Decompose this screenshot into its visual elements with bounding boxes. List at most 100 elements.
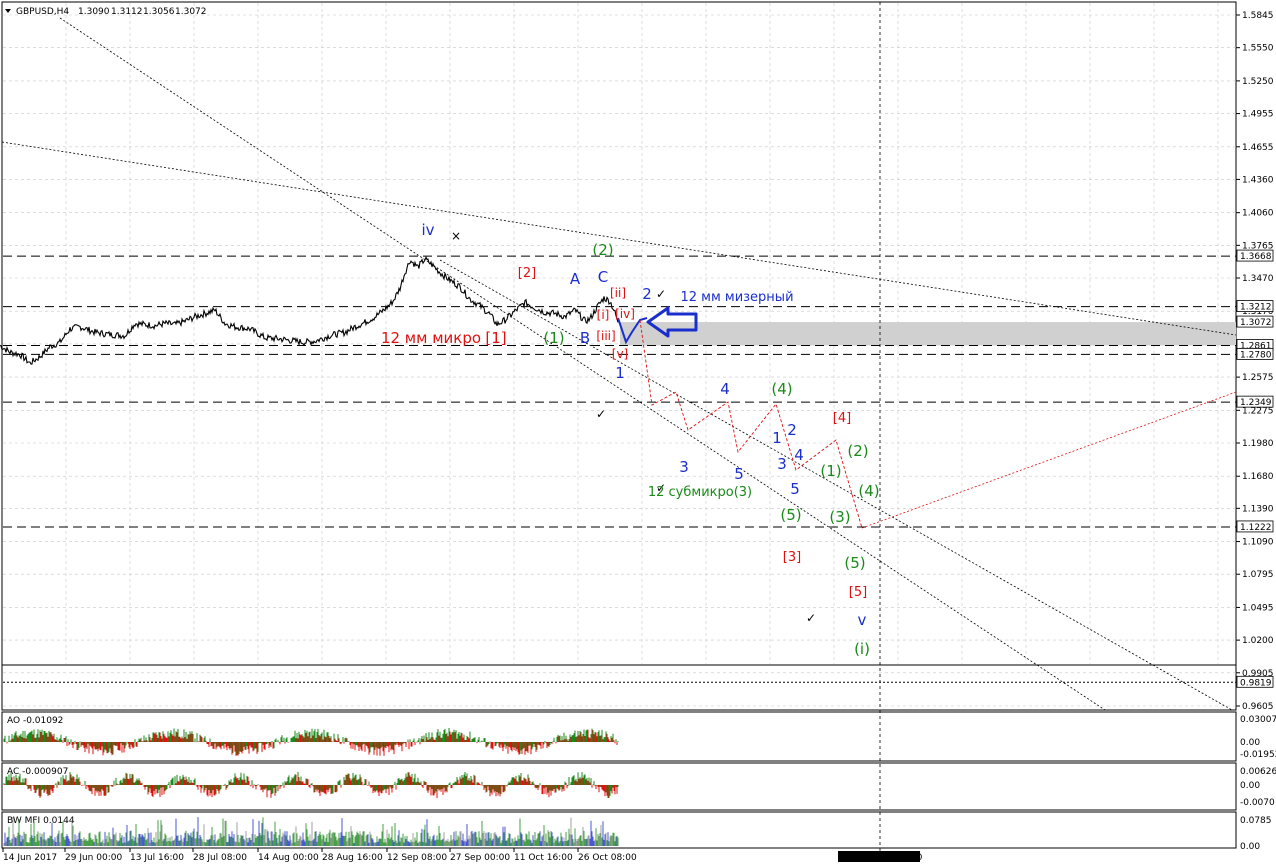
zone-band xyxy=(620,322,1236,346)
check-mark-icon: ✓ xyxy=(806,611,816,625)
chart-title: GBPUSD,H4 xyxy=(16,7,69,17)
wave-label: 12 мм мизерный xyxy=(680,290,793,305)
wave-label: (2) xyxy=(592,241,613,259)
wave-label: 5 xyxy=(734,465,744,483)
indicators: AO -0.010920.030070.00-0.01952AC -0.0009… xyxy=(3,715,1276,852)
check-mark-icon: ✓ xyxy=(656,287,666,301)
indicator-tick-label: -0.01952 xyxy=(1240,750,1276,760)
wave-label: (i) xyxy=(854,640,870,658)
dropdown-triangle-icon xyxy=(5,9,11,13)
time-tick-label: 28 Aug 16:00 xyxy=(322,853,383,863)
wave-label: [iv] xyxy=(615,307,635,321)
price-tick-label: 1.0200 xyxy=(1242,636,1274,646)
indicator-tick-label: 0.006268 xyxy=(1240,767,1276,777)
wave-label: 1 xyxy=(615,364,625,382)
ohlc-open: 1.3090 xyxy=(78,7,110,17)
time-axis: 14 Jun 2017 29 Jun 00:00 13 Jul 16:00 28 Ju… xyxy=(2,848,923,863)
price-tick-label: 1.5845 xyxy=(1242,11,1274,21)
time-tick-label: 29 Jun 00:00 xyxy=(65,853,122,863)
wave-label: (4) xyxy=(858,482,879,500)
level-tag-label: 1.3072 xyxy=(1240,318,1272,328)
wave-label: (1) xyxy=(543,329,564,347)
price-tick-label: 1.4955 xyxy=(1242,110,1274,120)
time-tick-label: 28 Jul 08:00 xyxy=(193,853,247,863)
price-tick-label: 1.1980 xyxy=(1242,439,1274,449)
trading-chart[interactable]: × ✓ ✓ ✓ ✓ iv [2] A C (2) 2 12 мм мизерный 12 мм… xyxy=(0,0,1276,868)
check-mark-icon: ✓ xyxy=(596,407,606,421)
indicator-tick-label: 0.00 xyxy=(1240,842,1260,852)
level-tag-label: 1.2349 xyxy=(1240,398,1272,408)
wave-label: (1) xyxy=(820,462,841,480)
ohlc-low: 1.3056 xyxy=(143,7,175,17)
ohlc-close: 1.3072 xyxy=(175,7,207,17)
level-tag-label: 1.2780 xyxy=(1240,350,1272,360)
level-tags: 1.36681.32121.30721.28611.27801.23491.12… xyxy=(1236,249,1274,688)
time-tick-label: 14 Aug 00:00 xyxy=(258,853,319,863)
level-tag-label: 1.3212 xyxy=(1240,303,1272,313)
price-tick-label: 1.1090 xyxy=(1242,538,1274,548)
wave-label: 1 xyxy=(772,429,782,447)
wave-label: 12 субмикро(3) xyxy=(648,485,752,500)
price-tick-label: 1.4360 xyxy=(1242,175,1274,185)
pane-frames xyxy=(1,1,1237,849)
wave-label: 4 xyxy=(720,380,730,398)
time-tick-label: 11 Oct 16:00 xyxy=(514,853,573,863)
tick-marks: × ✓ ✓ ✓ ✓ xyxy=(451,229,816,625)
wave-label: [1] xyxy=(485,329,506,347)
level-tag-label: 0.9819 xyxy=(1240,678,1272,688)
wave-label: [iii] xyxy=(596,329,615,343)
price-tick-label: 1.0795 xyxy=(1242,570,1274,580)
time-cursor-label: 2017.12.17 08:00 xyxy=(842,853,923,863)
price-tick-label: 1.3470 xyxy=(1242,274,1274,284)
wave-label: [5] xyxy=(849,585,867,600)
price-tick-label: 1.1680 xyxy=(1242,472,1274,482)
indicator-tick-label: 0.0785 xyxy=(1240,816,1272,826)
wave-label: iv xyxy=(421,221,434,239)
indicator-tick-label: -0.0070 xyxy=(1240,798,1275,808)
price-tick-label: 1.0495 xyxy=(1242,603,1274,613)
wave-label: [i] xyxy=(597,308,610,322)
wave-label: (4) xyxy=(771,380,792,398)
price-tick-label: 1.4655 xyxy=(1242,143,1274,153)
time-tick-label: 12 Sep 08:00 xyxy=(387,853,447,863)
wave-label: [3] xyxy=(783,550,801,565)
price-tick-label: 0.9605 xyxy=(1242,702,1274,712)
price-tick-label: 1.1390 xyxy=(1242,504,1274,514)
time-tick-label: 26 Oct 08:00 xyxy=(578,853,637,863)
wave-label: [4] xyxy=(833,411,851,426)
wave-label: A xyxy=(570,270,581,288)
time-tick-label: 27 Sep 00:00 xyxy=(450,853,510,863)
wave-label: [2] xyxy=(518,266,536,281)
indicator-tick-label: 0.00 xyxy=(1240,738,1260,748)
wave-label: [v] xyxy=(612,347,628,361)
wave-label: [ii] xyxy=(610,286,626,300)
wave-label: 2 xyxy=(787,421,797,439)
price-axis: 1.5845 1.5550 1.5250 1.4955 1.4655 1.4360 1.40… xyxy=(1236,11,1274,712)
wave-label: v xyxy=(858,611,867,629)
wave-label: 5 xyxy=(790,480,800,498)
wave-label: 4 xyxy=(794,446,804,464)
indicator-title: AO -0.01092 xyxy=(7,716,63,726)
chart-header: GBPUSD,H4 1.3090 1.3112 1.3056 1.3072 xyxy=(5,7,207,17)
wave-label: 2 xyxy=(642,285,652,303)
price-tick-label: 1.5250 xyxy=(1242,77,1274,87)
wave-label: 3 xyxy=(777,455,787,473)
indicator-title: BW MFI 0.0144 xyxy=(7,816,75,826)
time-tick-label: 13 Jul 16:00 xyxy=(130,853,184,863)
price-tick-label: 1.4060 xyxy=(1242,209,1274,219)
wave-label: 12 мм микро xyxy=(381,329,481,347)
time-tick-label: 14 Jun 2017 xyxy=(3,853,57,863)
level-tag-label: 1.1222 xyxy=(1240,523,1272,533)
indicator-tick-label: 0.00 xyxy=(1240,781,1260,791)
indicator-tick-label: 0.03007 xyxy=(1240,715,1276,725)
cross-mark-icon: × xyxy=(451,229,461,243)
wave-label: (5) xyxy=(844,554,865,572)
price-tick-label: 1.5550 xyxy=(1242,44,1274,54)
wave-label: (5) xyxy=(780,506,801,524)
ohlc-high: 1.3112 xyxy=(111,7,143,17)
wave-label: (2) xyxy=(847,442,868,460)
wave-label: 3 xyxy=(679,458,689,476)
support-zone xyxy=(620,322,1236,346)
wave-label: (3) xyxy=(829,508,850,526)
wave-label: C xyxy=(598,268,608,286)
